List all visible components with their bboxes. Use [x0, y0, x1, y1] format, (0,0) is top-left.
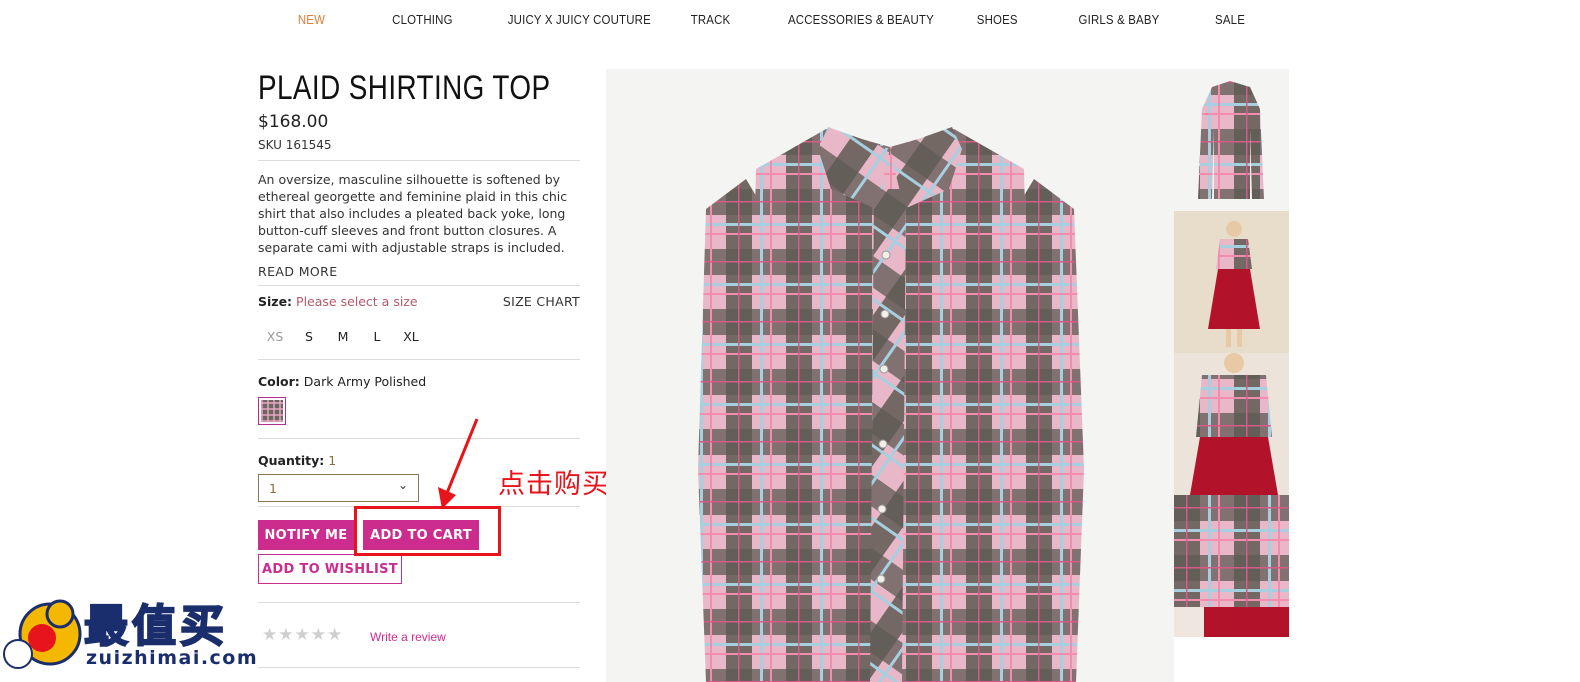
divider: [258, 160, 580, 161]
model-side-thumbnail: [1174, 495, 1289, 637]
nav-item-girls-baby[interactable]: GIRLS & BABY: [1079, 12, 1160, 27]
thumbnail-1[interactable]: [1174, 69, 1289, 211]
nav-item-juicy-x-juicy-couture[interactable]: JUICY X JUICY COUTURE: [508, 12, 651, 27]
plaid-swatch-pattern: [261, 400, 283, 422]
size-hint: Please select a size: [296, 294, 418, 309]
product-description: An oversize, masculine silhouette is sof…: [258, 172, 568, 255]
divider: [258, 667, 580, 668]
color-label: Color:: [258, 374, 300, 389]
read-more-link[interactable]: READ MORE: [258, 264, 580, 279]
nav-item-accessories-beauty[interactable]: ACCESSORIES & BEAUTY: [788, 12, 934, 27]
watermark-url: zuizhimai.com: [86, 647, 259, 669]
color-row: Color: Dark Army Polished: [258, 374, 580, 389]
add-to-wishlist-button[interactable]: ADD TO WISHLIST: [258, 554, 402, 584]
nav-item-track[interactable]: TRACK: [691, 12, 731, 27]
divider: [258, 438, 580, 439]
model-closeup-thumbnail: [1190, 353, 1278, 495]
product-sku: SKU 161545: [258, 138, 332, 152]
quantity-select[interactable]: 1 ⌄: [258, 474, 419, 502]
quantity-selected: 1: [269, 481, 277, 496]
size-chart-link[interactable]: SIZE CHART: [503, 294, 580, 309]
size-option-xs[interactable]: XS: [258, 329, 292, 344]
size-option-m[interactable]: M: [326, 329, 360, 344]
chevron-down-icon: ⌄: [397, 478, 408, 492]
size-label: Size:: [258, 294, 293, 309]
size-option-s[interactable]: S: [292, 329, 326, 344]
main-product-image[interactable]: [606, 69, 1174, 682]
nav-item-shoes[interactable]: SHOES: [977, 12, 1018, 27]
annotation-callout: 点击购买: [498, 469, 610, 500]
write-review-link[interactable]: Write a review: [370, 630, 446, 644]
product-title: PLAID SHIRTING TOP: [258, 69, 551, 107]
quantity-label: Quantity:: [258, 453, 325, 468]
annotation-highlight-box: [354, 506, 501, 556]
divider: [258, 359, 580, 360]
nav-item-new[interactable]: NEW: [298, 12, 325, 27]
product-info: PLAID SHIRTING TOP $168.00 SKU 161545 An…: [258, 66, 580, 502]
nav-item-clothing[interactable]: CLOTHING: [392, 12, 453, 27]
product-price: $168.00: [258, 112, 329, 132]
thumbnail-strip: [1174, 69, 1289, 637]
nav-item-sale[interactable]: SALE: [1215, 12, 1245, 27]
size-option-l[interactable]: L: [360, 329, 394, 344]
thumbnail-3[interactable]: [1174, 353, 1289, 495]
plaid-shirt-image: [698, 127, 1084, 682]
divider: [258, 285, 580, 286]
notify-me-button[interactable]: NOTIFY ME: [258, 520, 354, 550]
size-row: Size: Please select a size SIZE CHART: [258, 294, 580, 318]
color-value: Dark Army Polished: [303, 374, 427, 389]
color-swatch-dark-army-polished[interactable]: [258, 397, 286, 425]
divider: [258, 602, 580, 603]
thumbnail-4[interactable]: [1174, 495, 1289, 637]
quantity-value: 1: [328, 453, 337, 468]
watermark-logo-text: 最值买: [83, 600, 228, 653]
shirt-flat-thumbnail: [1198, 81, 1264, 199]
main-nav: NEW CLOTHING JUICY X JUICY COUTURE TRACK…: [0, 0, 1580, 40]
size-option-xl[interactable]: XL: [394, 329, 428, 344]
model-front-thumbnail: [1208, 221, 1260, 347]
annotation-arrow-icon: [438, 418, 479, 509]
thumbnail-2[interactable]: [1174, 211, 1289, 353]
size-options: XS S M L XL: [258, 322, 580, 350]
